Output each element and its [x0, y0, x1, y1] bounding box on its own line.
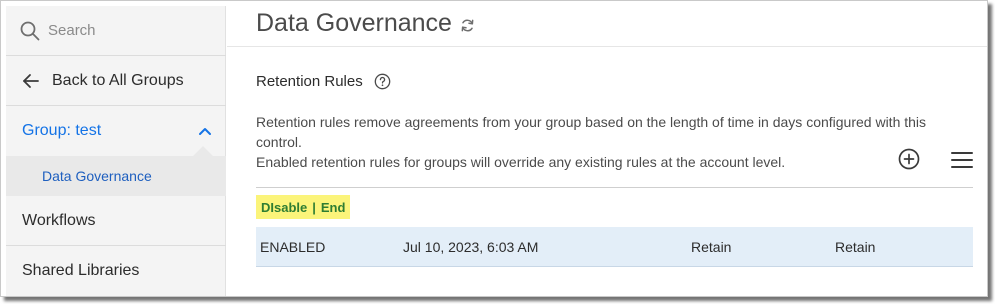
retention-rules-title: Retention Rules [256, 73, 363, 90]
help-icon[interactable] [374, 73, 391, 90]
sidebar-item-shared-libraries[interactable]: Shared Libraries [6, 246, 226, 296]
sidebar-item-data-governance[interactable]: Data Governance [6, 156, 226, 196]
description-line: Retention rules remove agreements from y… [256, 114, 927, 150]
sidebar-search[interactable]: Search [6, 6, 226, 56]
table-divider [256, 187, 973, 188]
group-label: Group: test [22, 122, 102, 139]
sidebar-item-label: Shared Libraries [22, 262, 140, 279]
retention-description: Retention rules remove agreements from y… [256, 112, 956, 172]
sidebar-item-label: Data Governance [42, 168, 152, 184]
retention-rules-heading: Retention Rules [256, 73, 391, 90]
sidebar-item-workflows[interactable]: Workflows [6, 196, 226, 246]
table-row[interactable]: ENABLED Jul 10, 2023, 6:03 AM Retain Ret… [256, 227, 973, 267]
status-cell: ENABLED [260, 239, 326, 255]
end-action-link[interactable]: End [321, 200, 346, 215]
search-input[interactable]: Search [48, 22, 96, 39]
retain-cell: Retain [835, 239, 876, 255]
chevron-up-icon[interactable] [198, 124, 212, 138]
date-cell: Jul 10, 2023, 6:03 AM [403, 239, 539, 255]
page-header: Data Governance [227, 1, 987, 47]
back-to-all-groups-link[interactable]: Back to All Groups [6, 56, 226, 106]
sidebar-item-label: Workflows [22, 211, 96, 229]
search-icon [20, 21, 40, 40]
arrow-left-icon [23, 73, 39, 88]
description-line: Enabled retention rules for groups will … [256, 154, 786, 170]
menu-icon[interactable] [951, 151, 973, 169]
selection-notch [193, 146, 213, 156]
app-window: Search Back to All Groups Group: test Da… [0, 0, 988, 297]
refresh-icon[interactable] [460, 18, 475, 33]
action-separator: | [312, 199, 316, 215]
sidebar: Search Back to All Groups Group: test Da… [6, 6, 226, 296]
main-content: Data Governance Retention Rules Retentio… [227, 1, 987, 296]
back-to-all-groups-label: Back to All Groups [52, 71, 184, 89]
disable-action-link[interactable]: DIsable [261, 200, 307, 215]
row-actions-bar: DIsable | End [256, 195, 351, 219]
add-circle-icon[interactable] [898, 148, 920, 170]
retain-cell: Retain [691, 239, 732, 255]
page-title: Data Governance [256, 9, 452, 37]
